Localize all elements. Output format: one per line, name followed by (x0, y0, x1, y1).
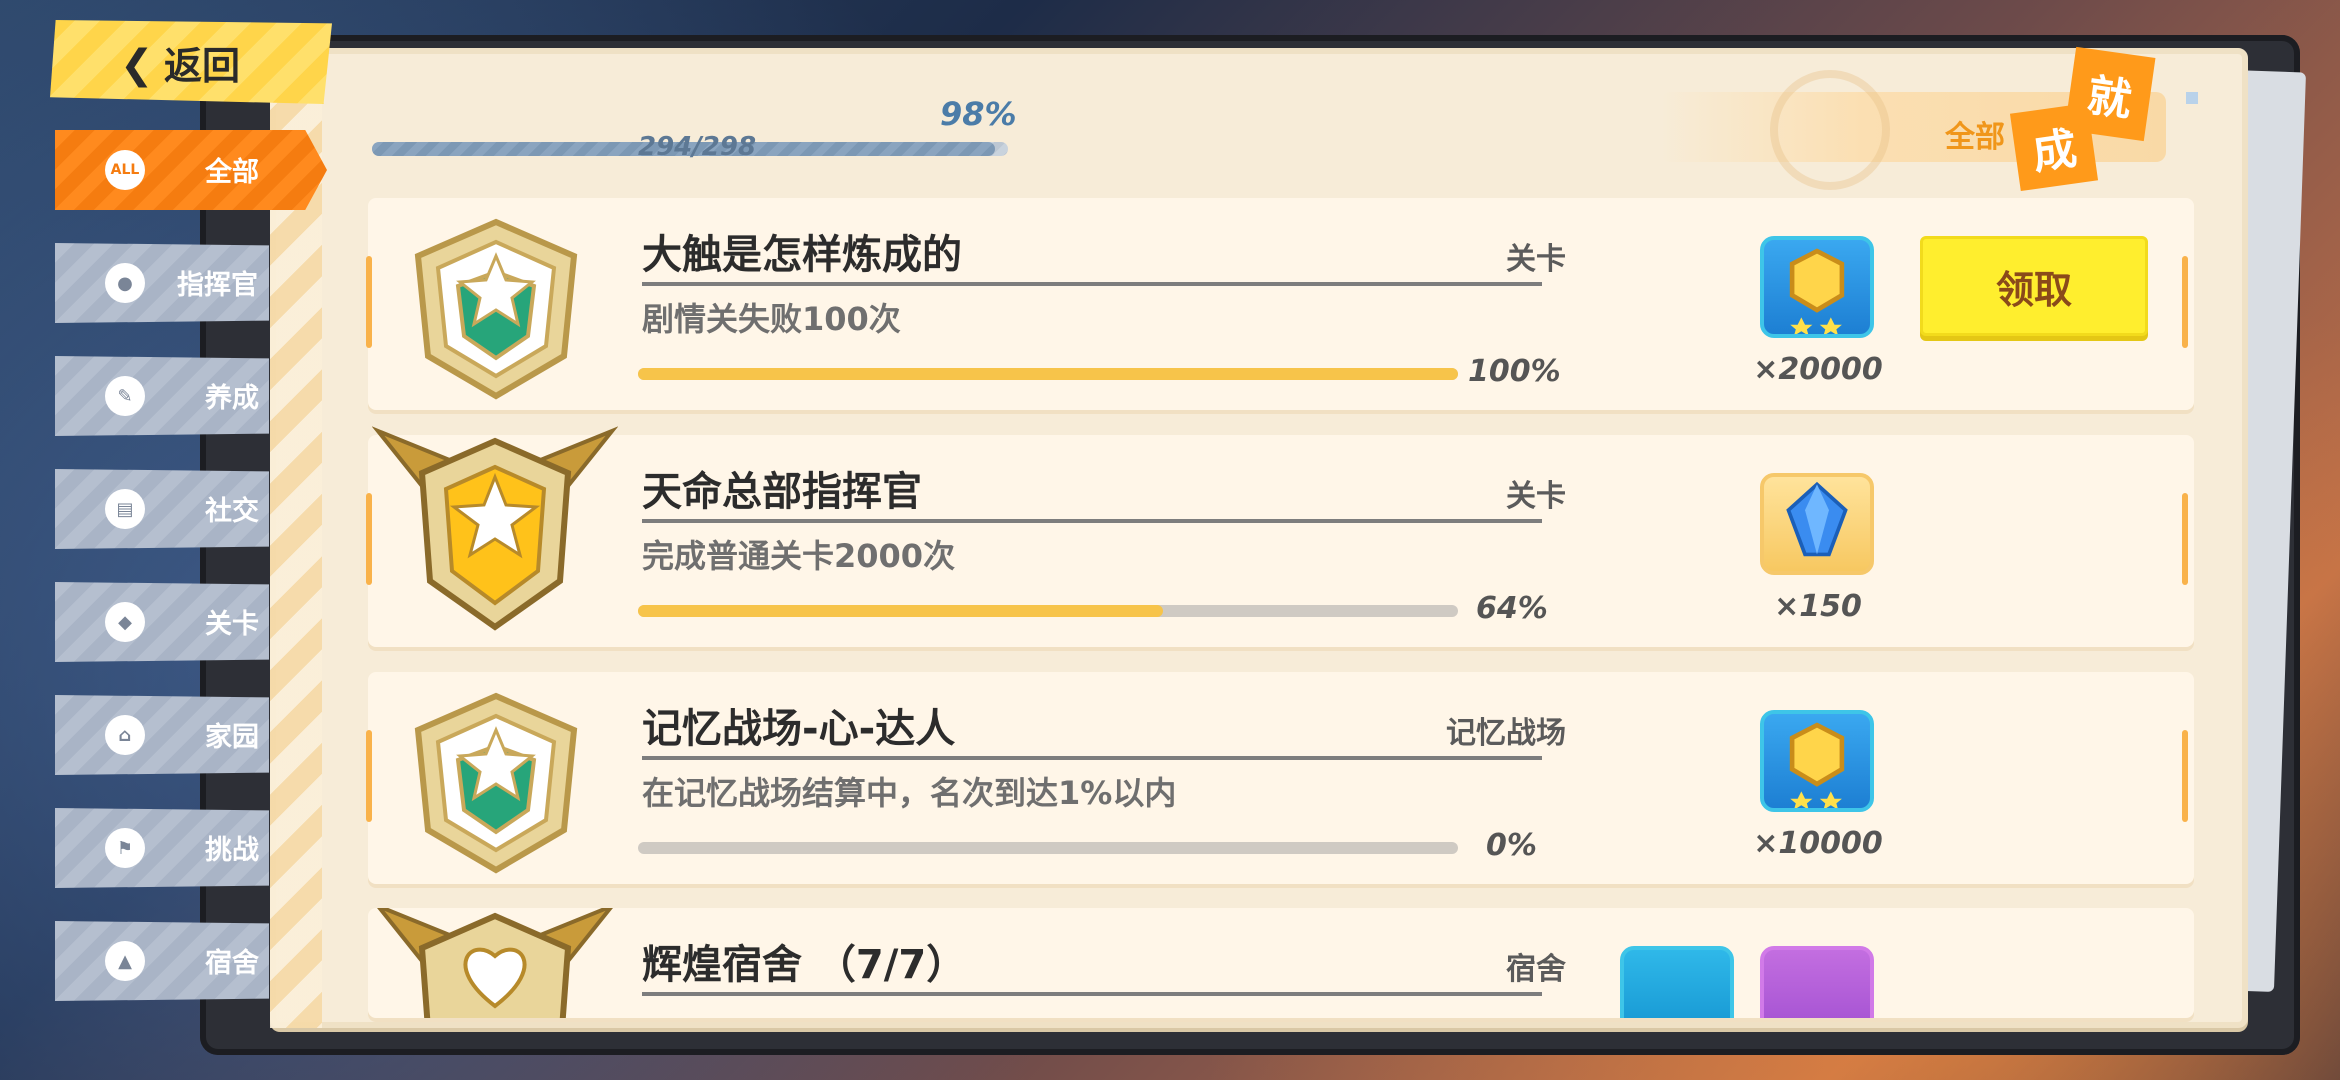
achievement-title: 大触是怎样炼成的 (642, 232, 962, 278)
achievement-category: 记忆战场 (1446, 716, 1566, 751)
achievement-category: 关卡 (1506, 242, 1566, 277)
gold-heart-medal-icon (377, 908, 613, 1018)
gold-coin-icon (1760, 236, 1874, 338)
sidebar-item-stage[interactable]: ◆ 关卡 (55, 582, 269, 662)
challenge-icon: ⚑ (105, 828, 145, 868)
green-medal-icon (414, 692, 578, 874)
home-icon: ⌂ (105, 715, 145, 755)
growth-icon: ✎ (105, 376, 145, 416)
sidebar-item-growth[interactable]: ✎ 养成 (55, 356, 269, 436)
blue-crystal-icon (1760, 473, 1874, 575)
decor-dot (2186, 92, 2198, 104)
achievement-progress-text: 0% (1486, 828, 1537, 863)
chevron-left-icon: ❮ (120, 42, 154, 88)
title-divider (642, 756, 1542, 760)
achievement-card: 记忆战场-心-达人 记忆战场 在记忆战场结算中，名次到达1%以内 0% ×100… (366, 672, 2194, 884)
furniture-paint-icon (1620, 946, 1734, 1018)
sidebar-item-label: 养成 (205, 383, 259, 414)
reward-count: ×150 (1774, 589, 1862, 624)
sidebar-item-label: 社交 (205, 496, 259, 527)
sidebar-item-label: 家园 (205, 722, 259, 753)
building-blocks-icon (1760, 946, 1874, 1018)
sidebar-item-dorm[interactable]: ▲ 宿舍 (55, 921, 269, 1001)
achievement-title: 记忆战场-心-达人 (642, 706, 956, 752)
achievement-progress-fill (638, 368, 1458, 380)
achievement-progress-fill (638, 605, 1163, 617)
sidebar-item-social[interactable]: ▤ 社交 (55, 469, 269, 549)
gold-coin-icon (1760, 710, 1874, 812)
card-accent (366, 256, 372, 348)
achievement-description: 剧情关失败100次 (642, 300, 901, 338)
reward-count: ×20000 (1753, 352, 1883, 387)
card-accent (2182, 256, 2188, 348)
sidebar-item-home[interactable]: ⌂ 家园 (55, 695, 269, 775)
sidebar-item-label: 指挥官 (177, 270, 258, 301)
commander-icon: ● (105, 263, 145, 303)
emblem-watermark-icon (1770, 70, 1890, 190)
category-tab-label: 全部 (1945, 120, 2005, 155)
sidebar-item-label: 全部 (205, 157, 259, 188)
sidebar-item-label: 挑战 (205, 835, 259, 866)
achievement-title-badge: 就 (2064, 46, 2156, 142)
title-divider (642, 519, 1542, 523)
achievement-category: 宿舍 (1506, 952, 1566, 987)
achievement-progress-bar (638, 605, 1458, 617)
sidebar-item-challenge[interactable]: ⚑ 挑战 (55, 808, 269, 888)
dorm-icon: ▲ (105, 941, 145, 981)
sidebar-item-label: 关卡 (205, 609, 259, 640)
achievement-category: 关卡 (1506, 479, 1566, 514)
achievement-progress-text: 100% (1468, 354, 1561, 389)
achievement-progress-bar (638, 368, 1458, 380)
card-accent (366, 730, 372, 822)
achievement-card: 天命总部指挥官 关卡 完成普通关卡2000次 64% ×150 (366, 426, 2194, 647)
overall-percent: 98% (940, 95, 1017, 133)
achievement-card: 辉煌宿舍 （7/7） 宿舍 (368, 908, 2194, 1018)
stage-icon: ◆ (105, 602, 145, 642)
sidebar-item-commander[interactable]: ● 指挥官 (55, 243, 269, 323)
all-icon: ALL (105, 150, 145, 190)
card-accent (2182, 730, 2188, 822)
title-divider (642, 992, 1542, 996)
achievement-description: 完成普通关卡2000次 (642, 537, 956, 575)
achievement-progress-bar (638, 842, 1458, 854)
green-medal-icon (414, 218, 578, 400)
sidebar-item-all[interactable]: ALL 全部 (55, 130, 327, 210)
achievement-title: 辉煌宿舍 （7/7） (642, 942, 967, 988)
gold-winged-medal-icon (372, 426, 618, 631)
achievement-title: 天命总部指挥官 (642, 469, 922, 515)
achievement-card: 大触是怎样炼成的 关卡 剧情关失败100次 100% ×20000 领取 (366, 198, 2194, 410)
social-icon: ▤ (105, 489, 145, 529)
achievement-progress-text: 64% (1476, 591, 1548, 626)
title-divider (642, 282, 1542, 286)
reward-count: ×10000 (1753, 826, 1883, 861)
claim-label: 领取 (1995, 267, 2072, 312)
back-label: 返回 (164, 43, 241, 88)
claim-button[interactable]: 领取 (1920, 236, 2148, 336)
sidebar-item-label: 宿舍 (205, 948, 259, 979)
achievement-description: 在记忆战场结算中，名次到达1%以内 (642, 774, 1177, 812)
card-accent (2182, 493, 2188, 585)
back-button[interactable]: ❮ 返回 (50, 20, 332, 104)
overall-count: 294/298 (638, 132, 757, 162)
